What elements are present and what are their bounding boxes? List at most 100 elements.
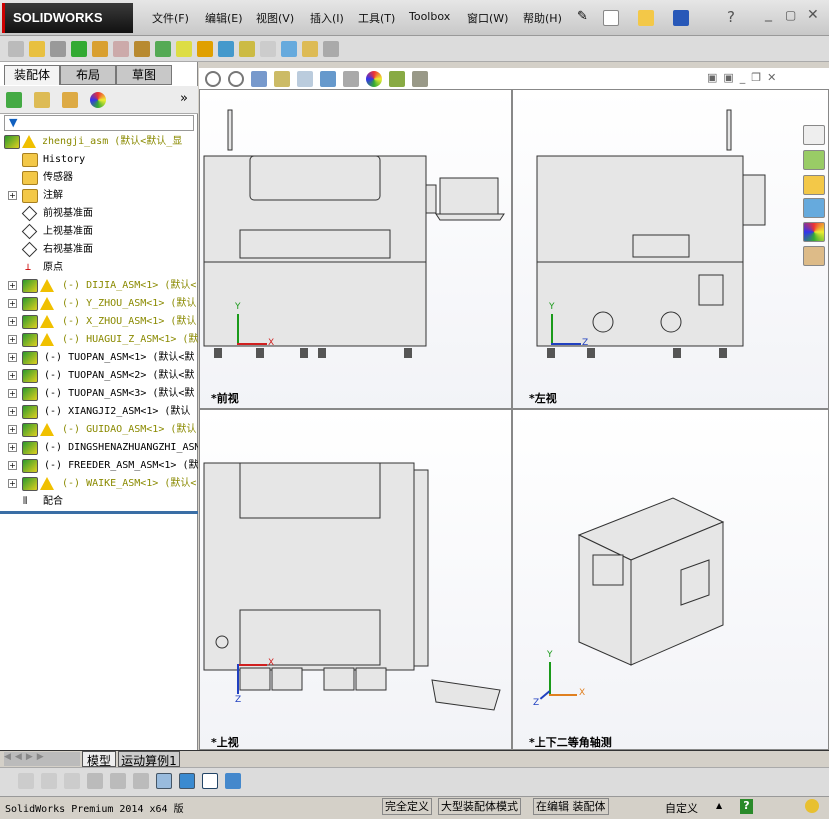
table-icon[interactable] [202, 773, 218, 789]
units-custom[interactable]: 自定义 [665, 800, 698, 816]
tag-icon[interactable] [805, 799, 819, 813]
open-icon[interactable] [638, 10, 654, 26]
move-component-icon[interactable] [113, 40, 129, 57]
previous-view-icon[interactable] [251, 71, 267, 87]
expand-icon[interactable]: + [8, 371, 17, 380]
tool-icon-2[interactable] [41, 773, 57, 789]
viewport-window-controls[interactable]: ▣▣_❐✕ [707, 71, 782, 84]
new-document-icon[interactable] [603, 10, 619, 26]
menu-tools[interactable]: 工具(T) [358, 10, 395, 26]
expand-icon[interactable]: + [8, 389, 17, 398]
zoom-to-area-icon[interactable] [228, 71, 244, 87]
close-button[interactable]: ✕ [807, 7, 819, 23]
view-orientation-icon[interactable] [297, 71, 313, 87]
task-pane-view-palette-icon[interactable] [803, 198, 825, 218]
units-up-arrow-icon[interactable]: ▲ [716, 801, 722, 810]
swap-icon[interactable] [133, 773, 149, 789]
filter-input[interactable]: ▼ [4, 115, 194, 131]
expand-icon[interactable]: + [8, 443, 17, 452]
viewport-isometric[interactable] [512, 409, 829, 750]
task-pane-custom-properties-icon[interactable] [803, 246, 825, 266]
viewport-left[interactable] [512, 89, 829, 409]
expand-icon[interactable]: + [8, 479, 17, 488]
feature-manager-icon[interactable] [6, 92, 22, 108]
tab-scroll-buttons[interactable]: ◀◀▶▶ [4, 752, 80, 766]
graphics-area[interactable]: ▣▣_❐✕ Y X Y Z X Z Y X Z *前视 *左视 *上视 *上下二… [199, 68, 829, 750]
expand-icon[interactable]: + [8, 461, 17, 470]
smart-fastener-icon[interactable] [92, 40, 108, 57]
section-view-icon[interactable] [274, 71, 290, 87]
folder-icon [22, 171, 38, 185]
help-icon[interactable]: ? [727, 8, 735, 26]
menu-file[interactable]: 文件(F) [152, 10, 189, 26]
expand-icon[interactable]: + [8, 281, 17, 290]
tab-model[interactable]: 模型 [82, 751, 116, 768]
expand-icon[interactable]: + [8, 299, 17, 308]
task-pane-design-library-icon[interactable] [803, 150, 825, 170]
menu-window[interactable]: 窗口(W) [467, 10, 508, 26]
reference-geometry-icon[interactable] [176, 40, 192, 57]
menu-edit[interactable]: 编辑(E) [205, 10, 243, 26]
expand-icon[interactable]: + [8, 425, 17, 434]
pin-icon[interactable]: ✎ [577, 9, 588, 24]
menu-toolbox[interactable]: Toolbox [409, 10, 450, 23]
expand-chevron-icon[interactable]: » [180, 91, 188, 106]
task-pane-home-icon[interactable] [803, 125, 825, 145]
tool-icon-1[interactable] [18, 773, 34, 789]
save-icon[interactable] [673, 10, 689, 26]
task-pane-file-explorer-icon[interactable] [803, 175, 825, 195]
tree-item-label: 传感器 [43, 172, 73, 183]
graph-icon[interactable] [156, 773, 172, 789]
panel-tabs-row: » [0, 86, 198, 114]
bill-of-materials-icon[interactable] [218, 40, 234, 57]
expand-icon[interactable]: + [8, 353, 17, 362]
tree-item-label: (-) XIANGJI2_ASM<1> (默认 [44, 406, 191, 417]
mate-icon[interactable] [50, 40, 66, 57]
menu-insert[interactable]: 插入(I) [310, 10, 344, 26]
view-settings-icon[interactable] [412, 71, 428, 87]
list-icon[interactable] [87, 773, 103, 789]
exploded-view-icon[interactable] [239, 40, 255, 57]
edit-appearance-icon[interactable] [366, 71, 382, 87]
new-motion-study-icon[interactable] [197, 40, 213, 57]
expand-icon[interactable]: + [8, 407, 17, 416]
tab-assembly[interactable]: 装配体 [4, 65, 60, 85]
property-manager-icon[interactable] [34, 92, 50, 108]
insert-component-icon[interactable] [8, 40, 24, 57]
hide-show-items-icon[interactable] [343, 71, 359, 87]
expand-icon[interactable]: + [8, 335, 17, 344]
display-manager-icon[interactable] [90, 92, 106, 108]
tab-layout[interactable]: 布局 [60, 65, 116, 85]
isometric-view-model [577, 497, 725, 666]
menu-help[interactable]: 帮助(H) [523, 10, 562, 26]
help-icon[interactable]: ? [740, 799, 753, 814]
viewport-top[interactable] [199, 409, 512, 750]
new-part-icon[interactable] [29, 40, 45, 57]
3d-view-icon[interactable] [179, 773, 195, 789]
tool-icon-3[interactable] [64, 773, 80, 789]
configuration-manager-icon[interactable] [62, 92, 78, 108]
explode-line-icon[interactable] [260, 40, 276, 57]
assembly-feature-icon[interactable] [155, 40, 171, 57]
feature-tree: zhengji_asm (默认<默认_显 History 传感器 + 注解 前视基准面 上视… [0, 133, 198, 513]
interference-icon[interactable] [281, 40, 297, 57]
snapshot-icon[interactable] [323, 40, 339, 57]
display-style-icon[interactable] [320, 71, 336, 87]
zoom-to-fit-icon[interactable] [205, 71, 221, 87]
tab-sketch[interactable]: 草图 [116, 65, 172, 85]
menu-view[interactable]: 视图(V) [256, 10, 294, 26]
tab-motion-study-1[interactable]: 运动算例1 [118, 751, 180, 768]
task-pane-appearances-icon[interactable] [803, 222, 825, 242]
minimize-button[interactable]: _ [765, 6, 772, 22]
apply-scene-icon[interactable] [389, 71, 405, 87]
pattern-icon[interactable] [71, 40, 87, 57]
save-study-icon[interactable] [225, 773, 241, 789]
viewport-front[interactable] [199, 89, 512, 409]
rollback-bar[interactable] [0, 511, 198, 514]
expand-icon[interactable]: + [8, 317, 17, 326]
show-hidden-icon[interactable] [134, 40, 150, 57]
maximize-button[interactable]: ▢ [785, 8, 796, 22]
grid-icon[interactable] [110, 773, 126, 789]
instant3d-icon[interactable] [302, 40, 318, 57]
expand-icon[interactable]: + [8, 191, 17, 200]
